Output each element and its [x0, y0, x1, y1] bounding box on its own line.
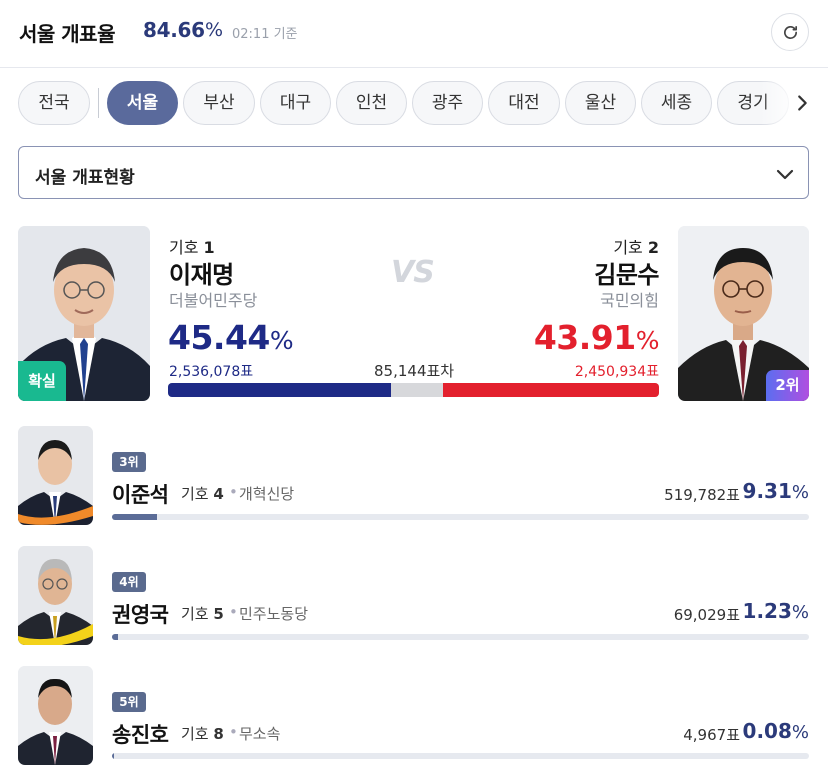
percent-unit: %	[635, 326, 660, 355]
number-value: 8	[213, 725, 224, 743]
separator-dot: •	[229, 723, 238, 741]
number-prefix: 기호	[181, 725, 214, 743]
refresh-button[interactable]	[771, 13, 809, 51]
rank-tag: 3위	[112, 452, 146, 472]
separator-dot: •	[229, 483, 238, 501]
candidate-votes: 4,967표	[683, 726, 740, 744]
tab-region[interactable]: 광주	[412, 81, 483, 125]
candidate-votes: 2,450,934표	[574, 364, 659, 380]
status-dropdown[interactable]: 서울 개표현황	[18, 146, 809, 199]
rank-tag: 5위	[112, 692, 146, 712]
update-time: 02:11 기준	[232, 27, 298, 42]
rank-tag: 4위	[112, 572, 146, 592]
confirmed-badge: 확실	[18, 361, 66, 401]
vote-share-bar-fill	[112, 634, 118, 640]
candidate-votes: 69,029표	[673, 606, 740, 624]
rank-badge: 2위	[766, 370, 809, 401]
tab-region[interactable]: 부산	[183, 81, 255, 125]
tab-region[interactable]: 세종	[641, 81, 712, 125]
header: 서울 개표율 84.66 % 02:11 기준	[0, 0, 828, 68]
tab-divider	[98, 88, 99, 118]
percent-unit: %	[791, 602, 809, 623]
candidate-name: 김문수	[594, 261, 659, 289]
vote-share-bar	[112, 514, 809, 520]
candidate-name: 송진호	[112, 723, 169, 747]
candidate-number: 기호 4	[181, 483, 224, 504]
percent-value: 43.91	[533, 318, 636, 357]
candidate-percent: 0.08%	[743, 719, 809, 743]
candidate-percent: 43.91%	[533, 318, 660, 357]
candidate-votes: 2,536,078표	[169, 364, 254, 380]
candidate-percent: 1.23%	[743, 599, 809, 623]
number-prefix: 기호	[181, 605, 214, 623]
candidate-photo	[18, 546, 93, 645]
candidate-percent: 9.31%	[743, 479, 809, 503]
percent-value: 1.23	[742, 599, 792, 623]
number-prefix: 기호	[181, 485, 214, 503]
chevron-down-icon	[776, 169, 794, 180]
chevron-right-icon	[798, 95, 807, 111]
vote-share-bar-fill	[112, 514, 157, 520]
tab-region[interactable]: 대구	[260, 81, 331, 125]
page-title: 서울 개표율	[19, 22, 115, 46]
vote-share-bar-left	[168, 383, 391, 397]
candidate-party: 국민의힘	[600, 291, 659, 310]
count-rate: 84.66	[143, 18, 205, 42]
candidate-percent: 45.44%	[168, 318, 294, 357]
percent-unit: %	[791, 722, 809, 743]
separator-dot: •	[229, 603, 238, 621]
vote-share-bar	[168, 383, 659, 397]
candidate-number: 기호 8	[181, 723, 224, 744]
percent-unit: %	[269, 326, 294, 355]
candidate-photo	[18, 666, 93, 765]
candidate-name: 이준석	[112, 483, 169, 507]
vote-share-bar	[112, 634, 809, 640]
candidate-name: 권영국	[112, 603, 169, 627]
count-rate-unit: %	[205, 19, 224, 41]
dropdown-label: 서울 개표현황	[35, 168, 135, 188]
candidate-party: 개혁신당	[239, 485, 295, 503]
candidate-name: 이재명	[169, 261, 234, 289]
tab-region[interactable]: 서울	[107, 81, 178, 125]
candidate-votes: 519,782표	[664, 486, 740, 504]
vote-share-bar	[112, 753, 809, 759]
refresh-icon	[783, 25, 798, 39]
tab-region[interactable]: 인천	[336, 81, 407, 125]
number-value: 4	[213, 485, 224, 503]
vote-difference: 85,144표차	[374, 362, 455, 380]
candidate-party: 민주노동당	[239, 605, 309, 623]
vs-label: VS	[391, 255, 435, 290]
candidate-number: 기호 5	[181, 603, 224, 624]
candidate-party: 무소속	[239, 725, 281, 743]
percent-value: 45.44	[168, 318, 270, 357]
tabs-next-button[interactable]	[791, 92, 813, 114]
percent-value: 9.31	[742, 479, 792, 503]
percent-value: 0.08	[742, 719, 792, 743]
number-value: 5	[213, 605, 224, 623]
candidate-photo	[18, 426, 93, 525]
percent-unit: %	[791, 482, 809, 503]
tab-region[interactable]: 대전	[488, 81, 560, 125]
tab-region[interactable]: 전국	[18, 81, 90, 125]
candidate-party: 더불어민주당	[169, 291, 258, 310]
tab-region[interactable]: 울산	[565, 81, 636, 125]
vote-share-bar-fill	[112, 753, 114, 759]
vote-share-bar-right	[443, 383, 659, 397]
